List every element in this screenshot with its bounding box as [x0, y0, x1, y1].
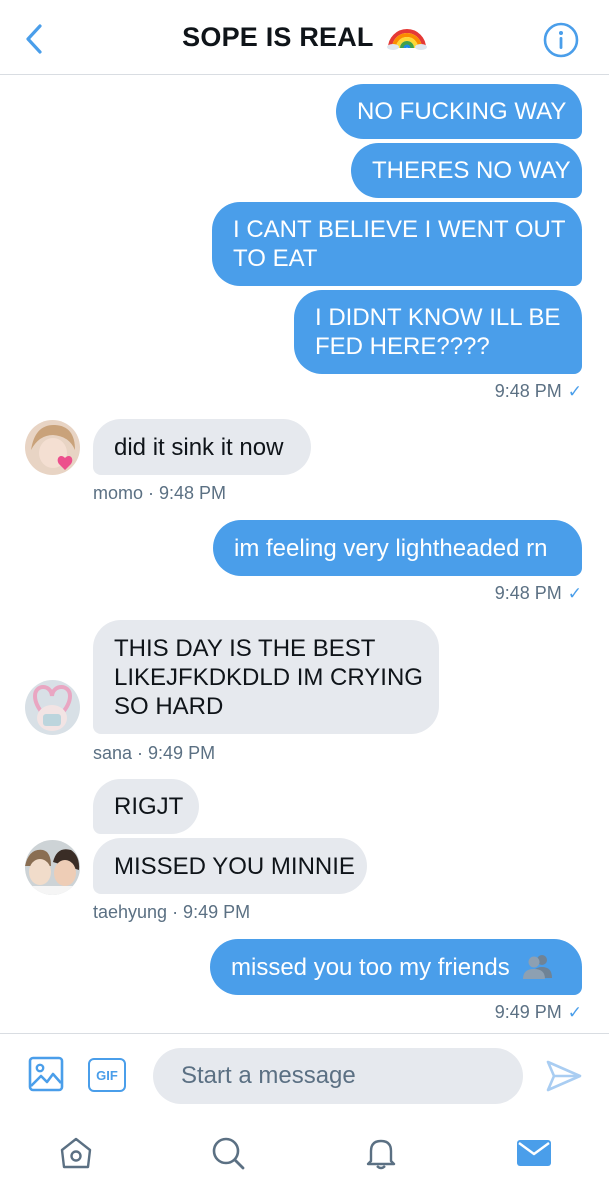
message-bubble-out[interactable]: I CANT BELIEVE I WENT OUT TO EAT [212, 202, 582, 286]
message-input-placeholder: Start a message [181, 1062, 356, 1089]
tab-search[interactable] [208, 1133, 248, 1173]
message-bubble-in[interactable]: THIS DAY IS THE BEST LIKEJFKDKDLD IM CRY… [93, 620, 439, 734]
message-bubble-in[interactable]: did it sink it now [93, 419, 311, 475]
timestamp-text: 9:48 PM [494, 381, 562, 401]
message-list[interactable]: NO FUCKING WAY THERES NO WAY I CANT BELI… [0, 75, 609, 1033]
message-sender-timestamp: momo · 9:48 PM [93, 483, 227, 503]
avatar-image [25, 420, 80, 475]
avatar-sana[interactable] [25, 680, 80, 735]
message-composer: GIF Start a message [0, 1033, 609, 1117]
message-bubble-in[interactable]: MISSED YOU MINNIE [93, 838, 367, 894]
message-bubble-in[interactable]: RIGJT [93, 779, 199, 834]
tab-notifications[interactable] [361, 1133, 401, 1173]
add-gif-button[interactable]: GIF [88, 1058, 126, 1092]
timestamp-text: 9:48 PM [494, 583, 562, 603]
message-bubble-out[interactable]: im feeling very lightheaded rn [213, 520, 582, 576]
tab-home[interactable] [56, 1133, 96, 1173]
avatar-image [25, 840, 80, 895]
message-bubble-out[interactable]: NO FUCKING WAY [336, 84, 582, 139]
timestamp-text: 9:49 PM [494, 1002, 562, 1022]
message-sender-timestamp: taehyung · 9:49 PM [93, 902, 251, 922]
message-text: did it sink it now [114, 433, 284, 461]
send-button[interactable] [545, 1058, 583, 1094]
gif-label: GIF [96, 1067, 118, 1083]
notifications-icon [366, 1139, 396, 1170]
message-bubble-out[interactable]: I DIDNT KNOW ILL BE FED HERE???? [294, 290, 582, 374]
avatar-taehyung[interactable] [25, 840, 80, 895]
message-text: TO EAT [233, 245, 318, 272]
conversation-title-wrap: SOPE IS REAL [0, 20, 609, 53]
bottom-tab-bar [0, 1117, 609, 1200]
message-text: THERES NO WAY [372, 157, 571, 184]
message-timestamp: 9:48 PM ✓ [495, 583, 582, 604]
people-silhouette-icon [523, 955, 553, 979]
message-text: I CANT BELIEVE I WENT OUT [233, 216, 566, 243]
image-icon [28, 1056, 64, 1092]
message-timestamp: 9:48 PM ✓ [495, 381, 582, 402]
message-text: THIS DAY IS THE BEST [114, 634, 376, 662]
message-text: FED HERE???? [315, 333, 490, 360]
message-timestamp: 9:49 PM ✓ [495, 1002, 582, 1023]
message-text-row: missed you too my friends [231, 952, 561, 982]
message-text: missed you too my friends [231, 954, 510, 981]
search-icon [212, 1137, 245, 1170]
read-check-icon: ✓ [567, 584, 582, 603]
conversation-title: SOPE IS REAL [182, 22, 374, 52]
avatar-image [25, 680, 80, 735]
info-icon [543, 22, 579, 58]
message-sender-timestamp: sana · 9:49 PM [93, 743, 216, 763]
message-text: LIKEJFKDKDLD IM CRYING [114, 663, 423, 691]
message-text: I DIDNT KNOW ILL BE [315, 304, 561, 331]
message-text: im feeling very lightheaded rn [234, 534, 548, 562]
message-text: NO FUCKING WAY [357, 98, 567, 125]
add-photo-button[interactable] [28, 1056, 64, 1092]
messages-icon [517, 1140, 551, 1166]
home-icon [60, 1137, 92, 1169]
message-text: SO HARD [114, 692, 224, 720]
tab-messages[interactable] [514, 1133, 554, 1173]
read-check-icon: ✓ [567, 1003, 582, 1022]
message-input[interactable]: Start a message [153, 1048, 523, 1104]
send-icon [546, 1060, 582, 1092]
conversation-header: SOPE IS REAL [0, 0, 609, 75]
read-check-icon: ✓ [567, 382, 582, 401]
message-text: MISSED YOU MINNIE [114, 852, 355, 880]
message-bubble-out[interactable]: missed you too my friends [210, 939, 582, 995]
message-text: RIGJT [114, 793, 184, 820]
conversation-info-button[interactable] [543, 22, 579, 58]
avatar-momo[interactable] [25, 420, 80, 475]
rainbow-icon [386, 29, 427, 50]
message-bubble-out[interactable]: THERES NO WAY [351, 143, 582, 198]
